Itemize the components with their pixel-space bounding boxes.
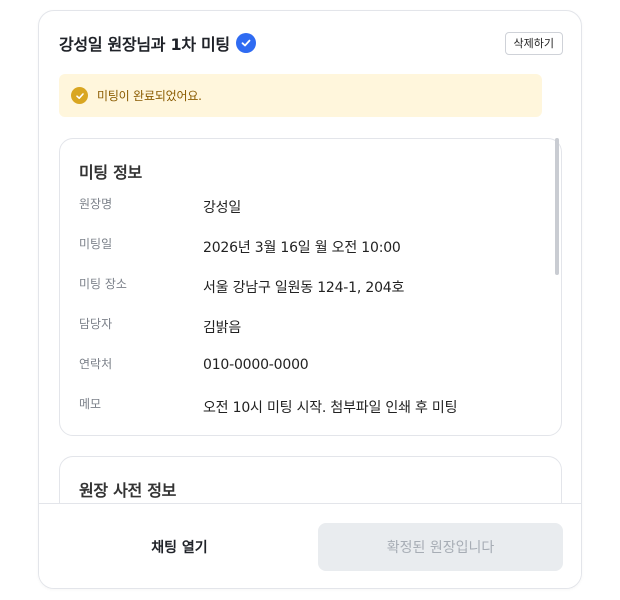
- info-value: 오전 10시 미팅 시작. 첨부파일 인쇄 후 미팅: [203, 400, 458, 416]
- info-value: 서울 강남구 일원동 124-1, 204호: [203, 280, 405, 296]
- section-title-pre-info: 원장 사전 정보: [79, 481, 177, 500]
- info-label: 미팅 장소: [79, 277, 127, 291]
- scrollbar-thumb[interactable]: [555, 138, 559, 275]
- info-value: 010-0000-0000: [203, 357, 309, 373]
- section-title-meeting-info: 미팅 정보: [79, 163, 142, 182]
- info-label: 원장명: [79, 197, 113, 211]
- info-row-memo: 메모 오전 10시 미팅 시작. 첨부파일 인쇄 후 미팅: [79, 395, 551, 417]
- footer-actions: 채팅 열기 확정된 원장입니다: [39, 503, 581, 588]
- info-row-location: 미팅 장소 서울 강남구 일원동 124-1, 204호: [79, 275, 551, 297]
- info-label: 담당자: [79, 317, 113, 331]
- card-header: 강성일 원장님과 1차 미팅 삭제하기: [59, 31, 563, 55]
- info-label: 미팅일: [79, 237, 113, 251]
- info-row-date: 미팅일 2026년 3월 16일 월 오전 10:00: [79, 235, 551, 257]
- info-row-contact: 연락처 010-0000-0000: [79, 355, 551, 377]
- meeting-info-section: 미팅 정보 원장명 강성일 미팅일 2026년 3월 16일 월 오전 10:0…: [59, 138, 562, 436]
- confirmed-director-button[interactable]: 확정된 원장입니다: [318, 523, 563, 571]
- open-chat-button[interactable]: 채팅 열기: [59, 523, 300, 571]
- info-value: 강성일: [203, 200, 242, 216]
- info-value: 2026년 3월 16일 월 오전 10:00: [203, 240, 401, 256]
- info-label: 메모: [79, 397, 102, 411]
- pre-info-section: 원장 사전 정보: [59, 456, 562, 503]
- check-circle-icon: [71, 87, 88, 104]
- info-row-manager: 담당자 김밝음: [79, 315, 551, 337]
- delete-button[interactable]: 삭제하기: [504, 31, 563, 55]
- info-row-director: 원장명 강성일: [79, 195, 551, 217]
- info-label: 연락처: [79, 357, 113, 371]
- page-title: 강성일 원장님과 1차 미팅: [59, 35, 230, 54]
- completion-notice: 미팅이 완료되었어요.: [59, 74, 542, 117]
- title-wrap: 강성일 원장님과 1차 미팅: [59, 31, 256, 55]
- meeting-detail-card: 강성일 원장님과 1차 미팅 삭제하기 미팅이 완료되었어요. 미팅 정보 원장…: [38, 10, 582, 589]
- scroll-content[interactable]: 미팅이 완료되었어요. 미팅 정보 원장명 강성일 미팅일 2026년 3월 1…: [39, 74, 581, 503]
- notice-text: 미팅이 완료되었어요.: [97, 89, 202, 103]
- info-value: 김밝음: [203, 320, 242, 336]
- verified-check-icon: [235, 33, 256, 53]
